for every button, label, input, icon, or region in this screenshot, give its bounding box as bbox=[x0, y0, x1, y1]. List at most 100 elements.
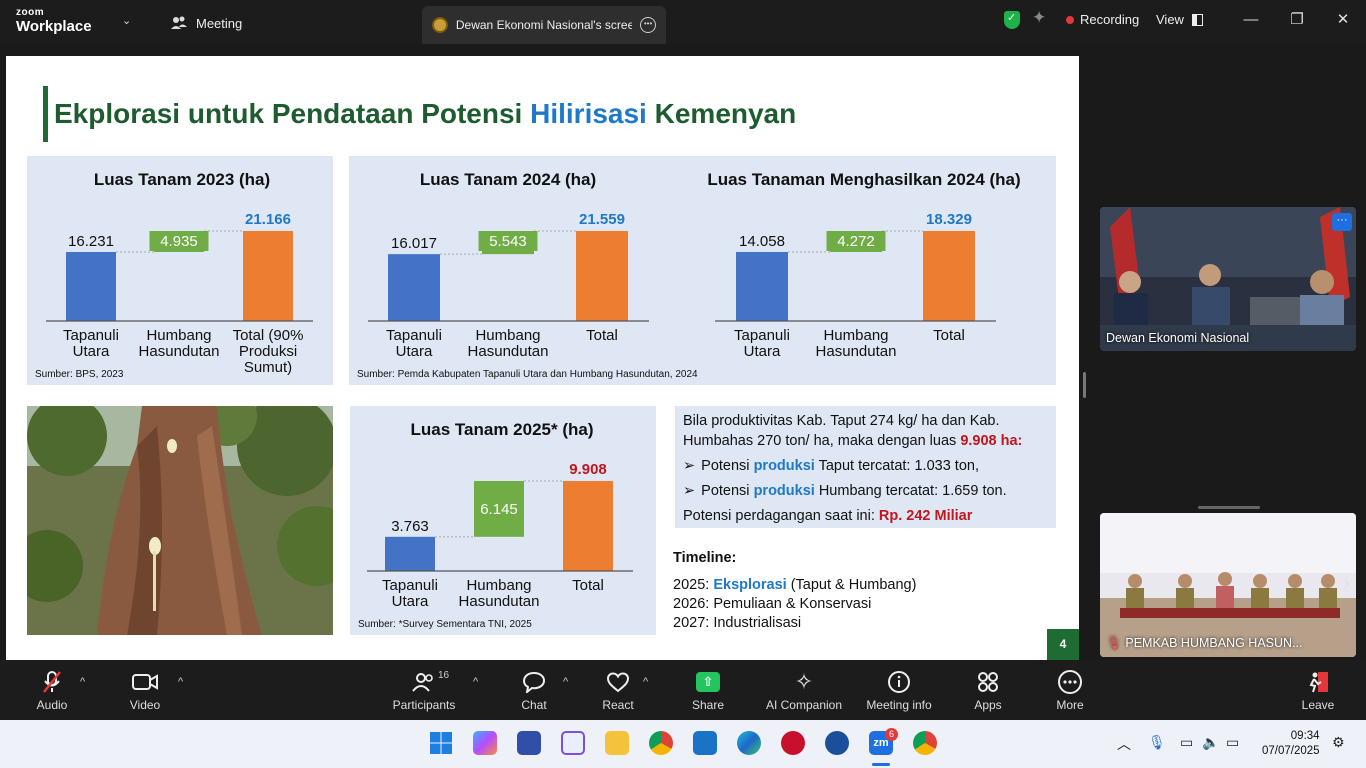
share-button[interactable]: ⇧ Share bbox=[688, 668, 728, 712]
chart-bar bbox=[736, 251, 788, 321]
category-label: Tapanuli bbox=[63, 327, 119, 344]
chart-bar bbox=[563, 481, 613, 571]
data-label: 6.145 bbox=[480, 501, 518, 518]
camera-icon bbox=[120, 668, 170, 696]
tray-volume-icon[interactable]: 🔈 bbox=[1202, 734, 1219, 751]
meeting-info-button[interactable]: Meeting info bbox=[862, 668, 936, 712]
notification-center-icon[interactable]: ⚙ bbox=[1332, 734, 1345, 751]
category-label: Utara bbox=[392, 593, 429, 610]
data-label: 9.908 bbox=[569, 461, 607, 478]
minimize-button[interactable]: — bbox=[1236, 8, 1266, 32]
participants-count: 16 bbox=[438, 670, 450, 681]
clock-time: 09:34 bbox=[1290, 730, 1320, 742]
participants-button[interactable]: 16 Participants bbox=[390, 668, 458, 712]
react-label: React bbox=[602, 698, 634, 712]
category-label: Humbang bbox=[823, 327, 888, 344]
chrome-icon[interactable] bbox=[649, 731, 673, 755]
windows-start-icon[interactable] bbox=[429, 731, 453, 755]
view-label: View bbox=[1156, 12, 1184, 27]
app-logo-zoom: zoom bbox=[16, 7, 45, 18]
timeline-heading: Timeline: bbox=[673, 550, 737, 566]
mic-muted-icon bbox=[26, 668, 78, 696]
category-label: Utara bbox=[744, 343, 781, 360]
meeting-info-label: Meeting info bbox=[866, 698, 932, 712]
tile-drag-handle[interactable] bbox=[1198, 506, 1260, 509]
tray-chevron-up-icon[interactable]: ︿ bbox=[1117, 734, 1131, 754]
app-red-icon[interactable] bbox=[781, 731, 805, 755]
chart-bar bbox=[923, 231, 975, 321]
photos-icon[interactable] bbox=[693, 731, 717, 755]
tile-name-pemkab: 🎙 PEMKAB HUMBANG HASUN... bbox=[1106, 636, 1303, 650]
react-options-caret[interactable]: ^ bbox=[643, 676, 648, 688]
chart-panel-2024: Luas Tanam 2024 (ha) Luas Tanaman Mengha… bbox=[349, 156, 1056, 385]
video-options-caret[interactable]: ^ bbox=[178, 676, 183, 688]
info-line-1: Bila produktivitas Kab. Taput 274 kg/ ha… bbox=[683, 413, 1000, 429]
copilot-icon[interactable] bbox=[473, 731, 497, 755]
tile-options-button[interactable]: ··· bbox=[1332, 213, 1352, 231]
audio-label: Audio bbox=[36, 698, 68, 712]
more-dots-icon bbox=[1050, 668, 1090, 696]
category-label: Total bbox=[572, 577, 604, 594]
ai-sparkle-icon[interactable]: ✦ bbox=[1032, 8, 1046, 28]
recording-indicator[interactable]: Recording bbox=[1066, 12, 1139, 27]
category-label: Utara bbox=[73, 343, 110, 360]
leave-button[interactable]: Leave bbox=[1298, 668, 1338, 712]
panel-resize-handle[interactable] bbox=[1083, 372, 1086, 398]
encryption-shield-icon[interactable] bbox=[1004, 11, 1020, 29]
recording-label: Recording bbox=[1080, 12, 1140, 27]
video-tile-pemkab[interactable]: › 🎙 PEMKAB HUMBANG HASUN... bbox=[1100, 513, 1356, 657]
chart-panel-2023: Luas Tanam 2023 (ha) 16.231 Tapanuli Utara… bbox=[27, 156, 333, 385]
info-bullet-taput: ➢ Potensi produksi Taput tercatat: 1.033 … bbox=[683, 458, 979, 474]
info-icon bbox=[862, 668, 936, 696]
edge-icon[interactable] bbox=[737, 731, 761, 755]
chrome-profile-icon[interactable] bbox=[913, 731, 937, 755]
chat-options-caret[interactable]: ^ bbox=[563, 676, 568, 688]
leave-label: Leave bbox=[1301, 698, 1335, 712]
apps-button[interactable]: Apps bbox=[968, 668, 1008, 712]
garuda-emblem-icon bbox=[432, 17, 448, 33]
more-icon[interactable]: ••• bbox=[640, 17, 656, 33]
tab-shared-screen-label: Dewan Ekonomi Nasional's screen bbox=[455, 18, 633, 32]
restore-button[interactable]: ❐ bbox=[1282, 8, 1312, 32]
participants-options-caret[interactable]: ^ bbox=[473, 676, 478, 688]
video-tile-dewan[interactable]: ··· Dewan Ekonomi Nasional bbox=[1100, 207, 1356, 351]
recording-dot-icon bbox=[1066, 15, 1074, 24]
tab-shared-screen[interactable]: Dewan Ekonomi Nasional's screen ••• bbox=[422, 6, 666, 44]
data-label: 4.272 bbox=[837, 233, 875, 250]
data-label: 3.763 bbox=[391, 518, 429, 535]
category-label: Hasundutan bbox=[459, 593, 540, 610]
active-app-indicator bbox=[872, 763, 890, 766]
audio-button[interactable]: Audio bbox=[26, 668, 78, 712]
windows-taskbar: zm 6 ︿ 🎙 ▭ 🔈 ▭ 09:34 07/07/2025 ⚙ bbox=[0, 720, 1366, 768]
ai-companion-button[interactable]: ✧ AI Companion bbox=[764, 668, 844, 712]
tray-mic-icon[interactable]: 🎙 bbox=[1148, 734, 1166, 751]
apps-icon bbox=[968, 668, 1008, 696]
tray-battery-icon[interactable]: ▭ bbox=[1226, 734, 1239, 751]
video-label: Video bbox=[129, 698, 161, 712]
taskbar-clock[interactable]: 09:34 07/07/2025 bbox=[1262, 729, 1320, 759]
tray-display-icon[interactable]: ▭ bbox=[1180, 734, 1193, 751]
page-number: 4 bbox=[1047, 629, 1079, 660]
tab-meeting[interactable]: Meeting bbox=[170, 8, 242, 38]
category-label: Tapanuli bbox=[382, 577, 438, 594]
audio-options-caret[interactable]: ^ bbox=[80, 676, 85, 688]
more-button[interactable]: More bbox=[1050, 668, 1090, 712]
chevron-down-icon[interactable]: ⌄ bbox=[122, 14, 131, 27]
chat-button[interactable]: Chat bbox=[514, 668, 554, 712]
chevron-right-icon[interactable]: › bbox=[1345, 575, 1350, 593]
heart-icon bbox=[598, 668, 638, 696]
video-button[interactable]: Video bbox=[120, 668, 170, 712]
desktop-app-icon[interactable] bbox=[517, 731, 541, 755]
view-button[interactable]: View bbox=[1156, 12, 1203, 27]
app-blue-icon[interactable] bbox=[825, 731, 849, 755]
info-bullet-humbang: ➢ Potensi produksi Humbang tercatat: 1.65… bbox=[683, 483, 1007, 499]
chart-bar bbox=[243, 231, 293, 321]
react-button[interactable]: React bbox=[598, 668, 638, 712]
file-explorer-icon[interactable] bbox=[605, 731, 629, 755]
info-trade-potential: Potensi perdagangan saat ini: Rp. 242 Mi… bbox=[683, 508, 973, 524]
arrow-bullet-icon: ➢ bbox=[683, 483, 696, 499]
close-button[interactable]: ✕ bbox=[1328, 8, 1358, 32]
snipping-tool-icon[interactable] bbox=[561, 731, 585, 755]
ai-companion-label: AI Companion bbox=[765, 698, 843, 712]
chart-source-2023: Sumber: BPS, 2023 bbox=[35, 369, 124, 380]
